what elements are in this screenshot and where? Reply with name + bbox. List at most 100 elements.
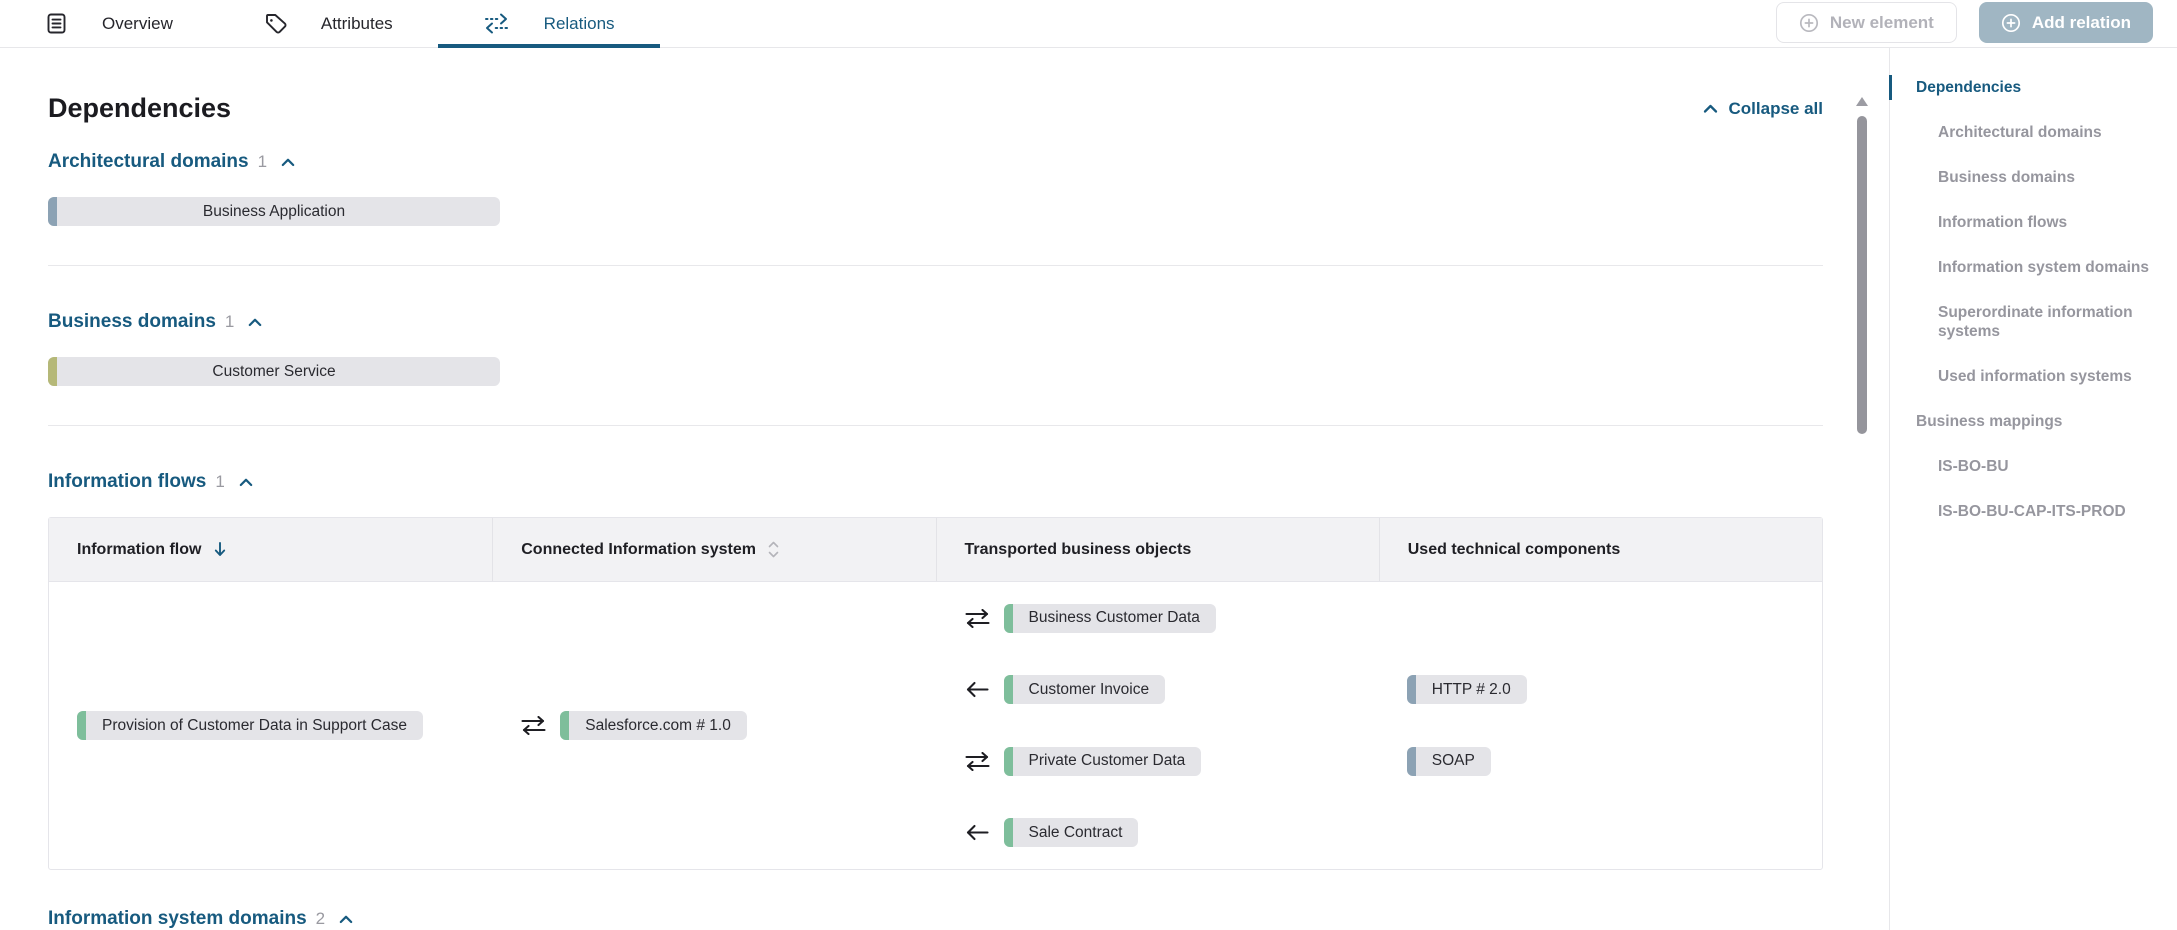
section-count: 2 [316, 909, 325, 929]
sort-descending-icon [213, 541, 227, 558]
tab-label: Overview [102, 14, 173, 34]
sidebar-item-is-bo-bu-cap-its-prod[interactable]: IS-BO-BU-CAP-ITS-PROD [1890, 502, 2177, 521]
fact-sheet-chip[interactable]: Private Customer Data [1004, 747, 1202, 776]
chip-color-bar [1004, 604, 1013, 633]
section-count: 1 [258, 152, 267, 172]
fact-sheet-chip[interactable]: Customer Invoice [1004, 675, 1166, 704]
transfer-both-icon [964, 752, 991, 771]
cell-technical-components: HTTP # 2.0 SOAP [1379, 582, 1822, 869]
chip-label: HTTP # 2.0 [1416, 675, 1527, 704]
chip-label: Customer Invoice [1013, 675, 1166, 704]
column-header-connected-system[interactable]: Connected Information system [492, 518, 935, 581]
chevron-up-icon [1703, 104, 1718, 114]
column-header-technical-components: Used technical components [1379, 518, 1822, 581]
sort-both-icon [768, 541, 779, 558]
section-title[interactable]: Information system domains [48, 908, 307, 930]
section-divider [48, 265, 1823, 266]
empty-slot [1379, 583, 1822, 655]
section-information-system-domains: Information system domains 2 [48, 908, 1823, 930]
arrow-left-icon [964, 680, 991, 699]
chip-color-bar [1004, 747, 1013, 776]
column-label: Information flow [77, 541, 201, 559]
chip-label: Business Customer Data [1013, 604, 1216, 633]
table-header-row: Information flow Connected Information s… [49, 518, 1822, 582]
column-label: Transported business objects [965, 541, 1192, 559]
tab-label: Relations [544, 14, 615, 34]
technical-component-entry: SOAP [1379, 726, 1822, 798]
button-label: Add relation [2032, 13, 2131, 33]
column-header-information-flow[interactable]: Information flow [49, 518, 492, 581]
sidebar-item-information-flows[interactable]: Information flows [1890, 213, 2177, 232]
arrow-left-icon [964, 823, 991, 842]
transfer-both-icon [520, 716, 547, 735]
fact-sheet-chip[interactable]: Sale Contract [1004, 818, 1139, 847]
chip-color-bar [48, 197, 57, 226]
sidebar-item-business-mappings[interactable]: Business mappings [1890, 412, 2177, 431]
main-panel: Dependencies Collapse all Architectural … [0, 48, 1889, 930]
section-title[interactable]: Business domains [48, 311, 216, 333]
fact-sheet-chip[interactable]: Business Customer Data [1004, 604, 1216, 633]
chevron-up-icon[interactable] [248, 318, 262, 327]
section-divider [48, 425, 1823, 426]
chip-label: Customer Service [57, 357, 500, 386]
button-label: New element [1830, 13, 1934, 33]
chip-label: Sale Contract [1013, 818, 1139, 847]
tab-bar: Overview Attributes Relations [0, 0, 2177, 48]
technical-component-entry: HTTP # 2.0 [1379, 654, 1822, 726]
section-count: 1 [225, 312, 234, 332]
chip-label: SOAP [1416, 747, 1491, 776]
sidebar-item-information-system-domains[interactable]: Information system domains [1890, 258, 2177, 277]
transfer-both-icon [964, 609, 991, 628]
page-title: Dependencies [48, 93, 231, 124]
topbar-actions: New element Add relation [1776, 2, 2153, 43]
chevron-up-icon[interactable] [339, 915, 353, 924]
plus-circle-icon [1799, 13, 1819, 33]
business-object-entry: Business Customer Data [936, 583, 1379, 655]
section-title[interactable]: Information flows [48, 471, 206, 493]
chevron-up-icon[interactable] [281, 158, 295, 167]
fact-sheet-chip[interactable]: Customer Service [48, 357, 500, 386]
sidebar-item-superordinate-information-systems[interactable]: Superordinate information systems [1890, 303, 2177, 341]
table-row: Provision of Customer Data in Support Ca… [49, 582, 1822, 869]
information-flows-table: Information flow Connected Information s… [48, 517, 1823, 870]
tab-overview[interactable]: Overview [0, 0, 218, 47]
add-relation-button[interactable]: Add relation [1979, 2, 2153, 43]
vertical-scrollbar-thumb[interactable] [1857, 116, 1867, 434]
tab-relations[interactable]: Relations [438, 0, 660, 47]
column-header-transported-objects: Transported business objects [936, 518, 1379, 581]
collapse-all-button[interactable]: Collapse all [1703, 99, 1823, 119]
section-information-flows: Information flows 1 [48, 471, 1823, 493]
tab-label: Attributes [321, 14, 393, 34]
fact-sheet-chip[interactable]: Salesforce.com # 1.0 [560, 711, 747, 740]
chip-color-bar [1004, 675, 1013, 704]
sidebar-item-architectural-domains[interactable]: Architectural domains [1890, 123, 2177, 142]
section-architectural-domains: Architectural domains 1 [48, 151, 1823, 173]
sidebar-item-dependencies[interactable]: Dependencies [1890, 78, 2177, 97]
fact-sheet-chip[interactable]: HTTP # 2.0 [1407, 675, 1527, 704]
business-object-entry: Sale Contract [936, 797, 1379, 869]
relations-outline-sidebar: Dependencies Architectural domains Busin… [1889, 48, 2177, 930]
chip-label: Provision of Customer Data in Support Ca… [86, 711, 423, 740]
chevron-up-icon[interactable] [239, 478, 253, 487]
chip-label: Business Application [57, 197, 500, 226]
chip-color-bar [77, 711, 86, 740]
scrollbar-up-arrow-icon[interactable] [1856, 97, 1868, 106]
chip-label: Private Customer Data [1013, 747, 1202, 776]
tag-icon [263, 12, 287, 36]
business-object-entry: Private Customer Data [936, 726, 1379, 798]
cell-information-flow: Provision of Customer Data in Support Ca… [49, 582, 492, 869]
sidebar-item-business-domains[interactable]: Business domains [1890, 168, 2177, 187]
sidebar-item-used-information-systems[interactable]: Used information systems [1890, 367, 2177, 386]
fact-sheet-chip[interactable]: SOAP [1407, 747, 1491, 776]
document-icon [45, 12, 68, 35]
section-business-domains: Business domains 1 [48, 311, 1823, 333]
sidebar-item-is-bo-bu[interactable]: IS-BO-BU [1890, 457, 2177, 476]
fact-sheet-chip[interactable]: Business Application [48, 197, 500, 226]
section-count: 1 [215, 472, 224, 492]
new-element-button[interactable]: New element [1776, 2, 1957, 43]
chip-label: Salesforce.com # 1.0 [569, 711, 747, 740]
relations-icon [483, 13, 510, 34]
fact-sheet-chip[interactable]: Provision of Customer Data in Support Ca… [77, 711, 423, 740]
section-title[interactable]: Architectural domains [48, 151, 249, 173]
tab-attributes[interactable]: Attributes [218, 0, 438, 47]
